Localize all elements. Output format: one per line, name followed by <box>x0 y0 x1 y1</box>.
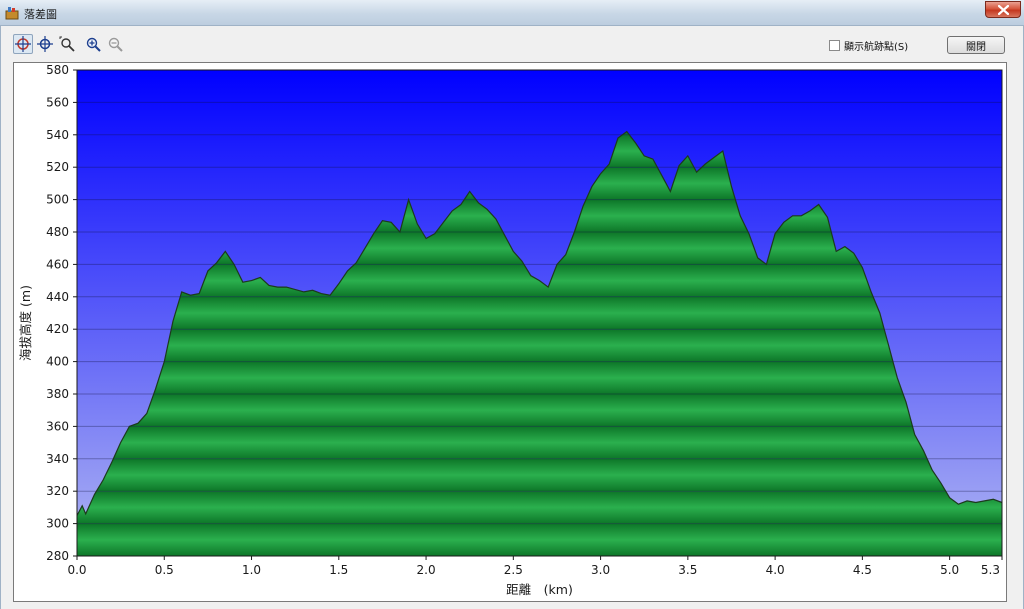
x-axis-ticks: 0.0 0.5 1.0 1.5 2.0 2.5 3.0 3.5 4.0 4.5 5.0 5.3 <box>67 556 1003 577</box>
x-tick-label: 5.3 <box>981 563 1000 577</box>
x-tick-label: 2.0 <box>417 563 436 577</box>
client-area: 顯示航跡點(S) 關閉 280 300 320 340 360 380 400 420 440 4… <box>0 26 1024 609</box>
x-tick-label: 0.0 <box>67 563 86 577</box>
crosshair-select-tool[interactable] <box>13 34 33 54</box>
toolbar: 顯示航跡點(S) 關閉 <box>1 26 1023 60</box>
elevation-chart-panel: 280 300 320 340 360 380 400 420 440 460 480 500 520 5… <box>13 62 1007 602</box>
y-tick-label: 420 <box>46 322 69 336</box>
y-axis-ticks: 280 300 320 340 360 380 400 420 440 460 480 500 520 5… <box>46 63 77 563</box>
y-tick-label: 460 <box>46 257 69 271</box>
window-close-button[interactable] <box>985 1 1021 18</box>
area-band <box>77 394 1002 427</box>
area-band <box>77 426 1002 459</box>
x-tick-label: 4.0 <box>766 563 785 577</box>
zoom-in-tool[interactable] <box>83 34 103 54</box>
zoom-out-icon <box>108 37 123 52</box>
y-tick-label: 540 <box>46 128 69 142</box>
y-tick-label: 400 <box>46 355 69 369</box>
area-band <box>77 361 1002 394</box>
x-tick-label: 3.0 <box>591 563 610 577</box>
crosshair-blue-icon <box>37 36 53 52</box>
close-button[interactable]: 關閉 <box>947 36 1005 54</box>
y-axis-title: 海拔高度 (m) <box>18 285 33 361</box>
x-tick-label: 2.5 <box>504 563 523 577</box>
y-tick-label: 500 <box>46 193 69 207</box>
zoom-box-icon <box>59 36 75 52</box>
area-band <box>77 329 1002 362</box>
show-track-points-checkbox[interactable] <box>829 39 840 51</box>
area-band <box>77 523 1002 556</box>
x-axis-title: 距離 (km) <box>506 582 573 597</box>
y-tick-label: 440 <box>46 290 69 304</box>
show-track-points-option[interactable]: 顯示航跡點(S) <box>829 38 909 53</box>
zoom-box-tool[interactable] <box>57 34 77 54</box>
y-tick-label: 360 <box>46 419 69 433</box>
zoom-out-tool[interactable] <box>105 34 125 54</box>
area-band <box>77 296 1002 330</box>
y-tick-label: 280 <box>46 549 69 563</box>
y-tick-label: 520 <box>46 160 69 174</box>
zoom-in-icon <box>86 37 101 52</box>
y-tick-label: 480 <box>46 225 69 239</box>
x-tick-label: 0.5 <box>155 563 174 577</box>
x-tick-label: 3.5 <box>678 563 697 577</box>
x-tick-label: 1.5 <box>329 563 348 577</box>
y-tick-label: 300 <box>46 517 69 531</box>
y-tick-label: 380 <box>46 387 69 401</box>
y-tick-label: 560 <box>46 95 69 109</box>
area-band <box>77 458 1002 492</box>
y-tick-label: 320 <box>46 484 69 498</box>
crosshair-tool[interactable] <box>35 34 55 54</box>
elevation-chart: 280 300 320 340 360 380 400 420 440 460 480 500 520 5… <box>18 63 1003 597</box>
window-title: 落差圖 <box>24 8 57 21</box>
area-band <box>77 491 1002 524</box>
x-tick-label: 1.0 <box>242 563 261 577</box>
y-tick-label: 580 <box>46 63 69 77</box>
y-tick-label: 340 <box>46 452 69 466</box>
x-tick-label: 5.0 <box>940 563 959 577</box>
crosshair-red-icon <box>15 36 31 52</box>
x-tick-label: 4.5 <box>853 563 872 577</box>
title-bar: 落差圖 <box>0 0 1024 26</box>
show-track-points-label: 顯示航跡點(S) <box>844 41 909 53</box>
app-icon <box>5 7 19 20</box>
close-icon <box>998 5 1009 15</box>
